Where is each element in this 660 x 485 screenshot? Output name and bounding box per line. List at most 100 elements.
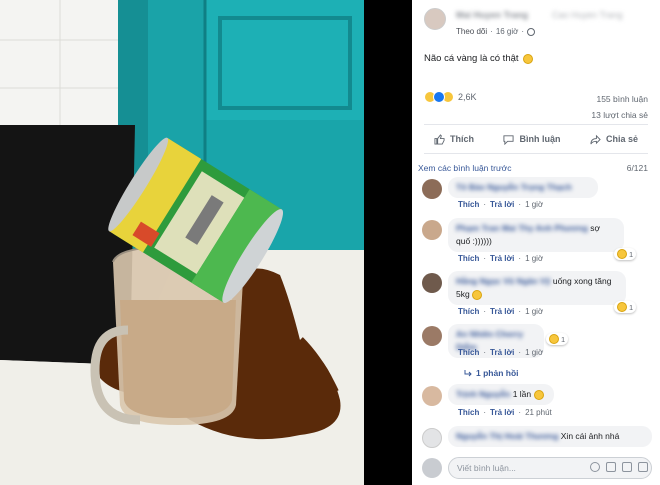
comment-reply-link[interactable]: Trả lời bbox=[490, 254, 514, 263]
comment-item: An Nhiên Cherry Diễm 1 Thích · Trả lời · 1… bbox=[418, 324, 654, 380]
comment-item: Trịnh Nguyễn 1 lần Thích · Trả lời · 21 ph… bbox=[418, 384, 654, 420]
reply-arrow-icon bbox=[464, 370, 472, 377]
my-avatar bbox=[422, 458, 442, 478]
comment-time[interactable]: 1 giờ bbox=[525, 200, 543, 209]
reaction-count: 2,6K bbox=[458, 92, 477, 102]
caption-text: Não cá vàng là có thật bbox=[424, 53, 519, 64]
badge-count: 1 bbox=[561, 334, 566, 344]
view-replies-link[interactable]: 1 phản hồi bbox=[464, 368, 519, 378]
photo-illustration bbox=[0, 0, 364, 485]
gif-icon[interactable] bbox=[622, 462, 632, 472]
haha-reaction-icon bbox=[617, 302, 627, 312]
comment-like-link[interactable]: Thích bbox=[458, 408, 479, 417]
comment-item: Phạm Tran Mai Thy Anh Phương sợ quố :)))… bbox=[418, 218, 654, 264]
comments-pager: 6/121 bbox=[626, 163, 648, 173]
comment-time[interactable]: 1 giờ bbox=[525, 307, 543, 316]
comment-time[interactable]: 21 phút bbox=[525, 408, 552, 417]
post-photo[interactable] bbox=[0, 0, 396, 485]
comment-actions: Thích · Trả lời · 1 giờ bbox=[458, 348, 544, 357]
engagement-counts: 155 bình luận 13 lượt chia sẻ bbox=[591, 91, 648, 123]
like-reaction-icon bbox=[433, 91, 445, 103]
share-button[interactable]: Chia sẻ bbox=[590, 134, 638, 145]
camera-icon[interactable] bbox=[606, 462, 616, 472]
comment-text: Xin cái ảnh nhá bbox=[560, 431, 620, 441]
commenter-name[interactable]: Phạm Tran Mai Thy Anh Phương bbox=[456, 223, 588, 233]
comment-item: Hằng Ngọc Vũ Ngân Vỹ uống xong tăng 5kg … bbox=[418, 271, 654, 317]
commenter-avatar[interactable] bbox=[422, 273, 442, 293]
comment-icon bbox=[503, 134, 515, 145]
emoji-picker-icon[interactable] bbox=[590, 462, 600, 472]
comment-actions: Thích · Trả lời · 21 phút bbox=[458, 408, 552, 417]
reaction-summary[interactable]: 2,6K bbox=[424, 91, 477, 103]
comment-time[interactable]: 1 giờ bbox=[525, 254, 543, 263]
like-label: Thích bbox=[450, 134, 474, 144]
comment-reply-link[interactable]: Trả lời bbox=[490, 307, 514, 316]
comment-item: Nguyễn Thị Hoài Thương Xin cái ảnh nhá bbox=[418, 426, 654, 456]
post-header: Mai Huyen Trang Cao Huyen Trang Theo dõi… bbox=[412, 0, 660, 44]
comment-input-placeholder: Viết bình luận... bbox=[457, 463, 516, 473]
comment-like-link[interactable]: Thích bbox=[458, 200, 479, 209]
haha-reaction-icon bbox=[617, 249, 627, 259]
meta-dot-2: · bbox=[521, 27, 525, 36]
comments-count[interactable]: 155 bình luận bbox=[591, 91, 648, 107]
grin-emoji-icon bbox=[472, 289, 483, 300]
post-time[interactable]: 16 giờ bbox=[496, 27, 519, 36]
author-extra: Cao Huyen Trang bbox=[552, 10, 623, 20]
share-label: Chia sẻ bbox=[605, 134, 638, 144]
composer-icons bbox=[590, 462, 648, 472]
comment-bubble: Phạm Tran Mai Thy Anh Phương sợ quố :)))… bbox=[448, 218, 624, 252]
like-button[interactable]: Thích bbox=[434, 133, 474, 145]
comment-bubble: Tô Bảo Nguyễn Trọng Thạch bbox=[448, 177, 598, 198]
commenter-name[interactable]: Trịnh Nguyễn bbox=[456, 389, 510, 399]
commenter-name[interactable]: Nguyễn Thị Hoài Thương bbox=[456, 431, 558, 441]
comment-text: 1 lần bbox=[512, 389, 532, 399]
commenter-avatar[interactable] bbox=[422, 326, 442, 346]
badge-count: 1 bbox=[629, 302, 634, 312]
comment-bubble: Hằng Ngọc Vũ Ngân Vỹ uống xong tăng 5kg bbox=[448, 271, 626, 305]
sticker-icon[interactable] bbox=[638, 462, 648, 472]
comment-reply-link[interactable]: Trả lời bbox=[490, 348, 514, 357]
commenter-name[interactable]: Hằng Ngọc Vũ Ngân Vỹ bbox=[456, 276, 550, 286]
haha-reaction-icon bbox=[549, 334, 559, 344]
comment-actions: Thích · Trả lời · 1 giờ bbox=[458, 307, 544, 316]
post-meta: Theo dõi · 16 giờ · bbox=[456, 27, 536, 36]
comment-reply-link[interactable]: Trả lời bbox=[490, 200, 514, 209]
comment-like-link[interactable]: Thích bbox=[458, 254, 479, 263]
comment-time[interactable]: 1 giờ bbox=[525, 348, 543, 357]
comment-composer: Viết bình luận... bbox=[418, 456, 654, 480]
comment-like-link[interactable]: Thích bbox=[458, 348, 479, 357]
badge-count: 1 bbox=[629, 249, 634, 259]
post-side-panel: Mai Huyen Trang Cao Huyen Trang Theo dõi… bbox=[412, 0, 660, 485]
comment-reaction-badge[interactable]: 1 bbox=[614, 301, 637, 313]
meta-dot: · bbox=[490, 27, 493, 36]
shares-count[interactable]: 13 lượt chia sẻ bbox=[591, 107, 648, 123]
commenter-avatar[interactable] bbox=[422, 179, 442, 199]
thumbs-up-icon bbox=[434, 133, 445, 145]
comment-item: Tô Bảo Nguyễn Trọng Thạch Thích · Trả lời… bbox=[418, 177, 654, 213]
comment-bubble: Nguyễn Thị Hoài Thương Xin cái ảnh nhá bbox=[448, 426, 652, 447]
globe-icon bbox=[527, 27, 536, 36]
commenter-avatar[interactable] bbox=[422, 386, 442, 406]
author-name[interactable]: Mai Huyen Trang bbox=[456, 10, 528, 20]
commenter-avatar[interactable] bbox=[422, 220, 442, 240]
commenter-name[interactable]: Tô Bảo Nguyễn Trọng Thạch bbox=[456, 182, 572, 192]
comment-actions: Thích · Trả lời · 1 giờ bbox=[458, 254, 544, 263]
view-previous-comments[interactable]: Xem các bình luận trước bbox=[418, 163, 511, 173]
post-action-bar: Thích Bình luận Chia sẻ bbox=[424, 124, 648, 154]
comment-reply-link[interactable]: Trả lời bbox=[490, 408, 514, 417]
replies-label: 1 phản hồi bbox=[476, 368, 519, 378]
facebook-photo-viewer: Mai Huyen Trang Cao Huyen Trang Theo dõi… bbox=[0, 0, 660, 485]
follow-link[interactable]: Theo dõi bbox=[456, 27, 487, 36]
comment-like-link[interactable]: Thích bbox=[458, 307, 479, 316]
comment-label: Bình luận bbox=[519, 134, 561, 144]
comment-actions: Thích · Trả lời · 1 giờ bbox=[458, 200, 544, 209]
commenter-avatar[interactable] bbox=[422, 428, 442, 448]
share-icon bbox=[590, 134, 601, 144]
comment-reaction-badge[interactable]: 1 bbox=[546, 333, 569, 345]
comment-bubble: Trịnh Nguyễn 1 lần bbox=[448, 384, 554, 405]
frown-emoji-icon bbox=[522, 53, 533, 64]
author-avatar[interactable] bbox=[424, 8, 446, 30]
post-caption: Não cá vàng là có thật bbox=[424, 53, 533, 64]
comment-button[interactable]: Bình luận bbox=[503, 134, 560, 145]
comment-reaction-badge[interactable]: 1 bbox=[614, 248, 637, 260]
